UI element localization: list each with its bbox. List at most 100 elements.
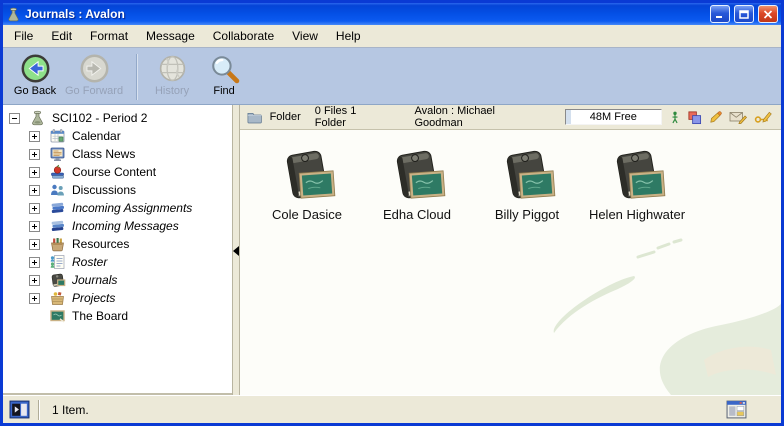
roster-icon xyxy=(49,254,66,270)
journal-item-edha-cloud[interactable]: Edha Cloud xyxy=(362,146,472,222)
status-bar: 1 Item. xyxy=(3,395,781,423)
mail-compose-icon[interactable] xyxy=(729,110,747,124)
status-separator xyxy=(38,400,40,420)
go-forward-button[interactable]: Go Forward xyxy=(61,52,127,97)
journal-book-icon xyxy=(388,146,446,204)
app-flask-icon xyxy=(6,7,21,22)
expand-box-icon[interactable] xyxy=(29,221,40,232)
close-button[interactable] xyxy=(758,5,778,23)
tree-label: Roster xyxy=(72,255,107,269)
menu-format[interactable]: Format xyxy=(81,25,137,47)
tree-item-calendar[interactable]: Calendar xyxy=(3,127,232,145)
expand-box-icon[interactable] xyxy=(29,131,40,142)
tree-label: Class News xyxy=(72,147,135,161)
maximize-button[interactable] xyxy=(734,5,754,23)
tree-item-course-content[interactable]: Course Content xyxy=(3,163,232,181)
tree-label: SCI102 - Period 2 xyxy=(52,111,147,125)
expand-box-icon[interactable] xyxy=(29,185,40,196)
panel-splitter[interactable] xyxy=(232,105,240,395)
menu-view[interactable]: View xyxy=(283,25,327,47)
tree-item-discussions[interactable]: Discussions xyxy=(3,181,232,199)
journal-name: Helen Highwater xyxy=(589,207,685,222)
expand-box-icon[interactable] xyxy=(29,167,40,178)
journals-icon xyxy=(49,272,66,288)
free-space-indicator: 48M Free xyxy=(565,109,662,125)
go-back-icon xyxy=(20,53,51,84)
journal-item-helen-highwater[interactable]: Helen Highwater xyxy=(582,146,692,222)
menu-edit[interactable]: Edit xyxy=(42,25,81,47)
calendar-icon xyxy=(49,128,66,144)
tree-item-sci102[interactable]: SCI102 - Period 2 xyxy=(3,109,232,127)
journal-name: Cole Dasice xyxy=(272,207,342,222)
pencil-icon[interactable] xyxy=(709,110,722,125)
tree-label: Incoming Messages xyxy=(72,219,179,233)
journal-items-row: Cole Dasice Edha Cloud Billy Piggot Hele… xyxy=(240,130,781,222)
find-button[interactable]: Find xyxy=(198,52,250,97)
layout-button[interactable] xyxy=(726,400,747,419)
menu-file[interactable]: File xyxy=(5,25,42,47)
free-space-label: 48M Free xyxy=(590,111,637,123)
key-pencil-icon[interactable] xyxy=(754,110,772,124)
journal-name: Edha Cloud xyxy=(383,207,451,222)
tree-item-incoming-messages[interactable]: Incoming Messages xyxy=(3,217,232,235)
minimize-button[interactable] xyxy=(710,5,730,23)
menu-collaborate[interactable]: Collaborate xyxy=(204,25,283,47)
history-button[interactable]: History xyxy=(146,52,198,97)
menu-message[interactable]: Message xyxy=(137,25,204,47)
tree-item-resources[interactable]: Resources xyxy=(3,235,232,253)
tree-item-roster[interactable]: Roster xyxy=(3,253,232,271)
tree-item-the-board[interactable]: The Board xyxy=(3,307,232,325)
tree-label: Incoming Assignments xyxy=(72,201,192,215)
expand-box-icon[interactable] xyxy=(29,149,40,160)
find-magnifier-icon xyxy=(209,53,240,84)
panel-toggle-icon[interactable] xyxy=(9,400,30,419)
tree-label: Discussions xyxy=(72,183,136,197)
board-icon xyxy=(49,308,66,324)
account-label: Avalon : Michael Goodman xyxy=(414,105,542,129)
expand-box-icon[interactable] xyxy=(29,275,40,286)
expand-box-icon[interactable] xyxy=(29,203,40,214)
journal-book-icon xyxy=(608,146,666,204)
folder-header-bar: Folder 0 Files 1 Folder Avalon : Michael… xyxy=(240,105,781,130)
expand-box-icon[interactable] xyxy=(29,239,40,250)
tree-item-class-news[interactable]: Class News xyxy=(3,145,232,163)
go-back-label: Go Back xyxy=(14,85,56,97)
course-content-icon xyxy=(49,164,66,180)
collapse-panel-icon[interactable] xyxy=(233,246,239,256)
expand-box-icon[interactable] xyxy=(29,257,40,268)
menu-help[interactable]: Help xyxy=(327,25,370,47)
discussions-icon xyxy=(49,182,66,198)
journal-item-billy-piggot[interactable]: Billy Piggot xyxy=(472,146,582,222)
tree-item-projects[interactable]: Projects xyxy=(3,289,232,307)
windows-icon[interactable] xyxy=(687,110,702,125)
maximize-icon xyxy=(739,10,749,19)
journal-book-icon xyxy=(278,146,336,204)
title-bar[interactable]: Journals : Avalon xyxy=(3,3,781,25)
window-title: Journals : Avalon xyxy=(25,7,706,21)
tree-label: Course Content xyxy=(72,165,156,179)
go-forward-label: Go Forward xyxy=(65,85,123,97)
folder-content: Cole Dasice Edha Cloud Billy Piggot Hele… xyxy=(240,130,781,395)
tree-item-incoming-assignments[interactable]: Incoming Assignments xyxy=(3,199,232,217)
menu-bar: File Edit Format Message Collaborate Vie… xyxy=(3,25,781,48)
close-icon xyxy=(763,10,773,19)
projects-icon xyxy=(49,290,66,306)
layout-icon xyxy=(726,400,747,419)
journal-book-icon xyxy=(498,146,556,204)
tree-label: The Board xyxy=(72,309,128,323)
tree-item-journals[interactable]: Journals xyxy=(3,271,232,289)
go-forward-icon xyxy=(79,53,110,84)
folder-icon xyxy=(247,111,262,124)
folder-panel: Folder 0 Files 1 Folder Avalon : Michael… xyxy=(240,105,781,395)
expand-box-icon[interactable] xyxy=(29,293,40,304)
resources-icon xyxy=(49,236,66,252)
journal-item-cole-dasice[interactable]: Cole Dasice xyxy=(252,146,362,222)
news-icon xyxy=(49,146,66,162)
tree-label: Resources xyxy=(72,237,129,251)
tree-label: Projects xyxy=(72,291,115,305)
toolbar-separator xyxy=(136,54,137,100)
collapse-box-icon[interactable] xyxy=(9,113,20,124)
person-icon[interactable] xyxy=(670,110,680,125)
item-count-label: 1 Item. xyxy=(52,403,89,417)
go-back-button[interactable]: Go Back xyxy=(9,52,61,97)
